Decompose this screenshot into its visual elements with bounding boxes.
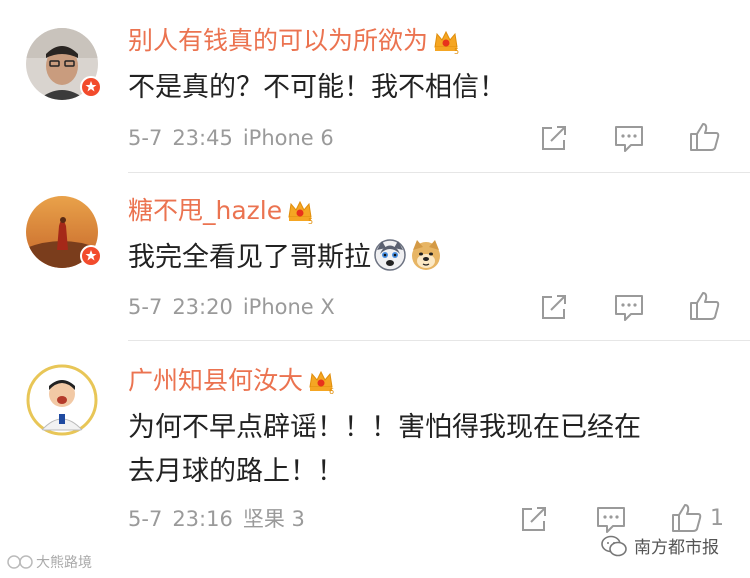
comment-item: 广州知县何汝大 6 为何不早点辟谣！！！害怕得我现在已经在 去月球的路上！！ 5… bbox=[0, 0, 750, 578]
comment-button[interactable] bbox=[594, 503, 630, 535]
comment-device: 坚果 3 bbox=[242, 507, 305, 531]
watermark-logo-icon bbox=[7, 555, 33, 569]
watermark-left-text: 大熊路境 bbox=[36, 555, 92, 571]
watermark-right-text: 南方都市报 bbox=[634, 538, 719, 558]
username[interactable]: 广州知县何汝大 6 bbox=[128, 364, 335, 404]
svg-text:6: 6 bbox=[329, 387, 334, 395]
vip-crown-icon: 6 bbox=[307, 367, 335, 404]
watermark-right: 南方都市报 bbox=[600, 533, 719, 558]
comment-date: 5-7 bbox=[128, 507, 163, 531]
comment-time: 23:16 bbox=[172, 507, 233, 531]
share-icon bbox=[522, 507, 546, 531]
avatar[interactable] bbox=[26, 364, 98, 436]
comment-text-line-1: 为何不早点辟谣！！！害怕得我现在已经在 bbox=[128, 412, 641, 443]
username-text: 广州知县何汝大 bbox=[128, 366, 304, 395]
cartoon-avatar-icon bbox=[26, 364, 98, 436]
like-count: 1 bbox=[710, 506, 724, 531]
watermark-left: 大熊路境 bbox=[6, 552, 92, 572]
comment-meta: 5-7 23:16 坚果 3 bbox=[128, 505, 305, 533]
wechat-icon bbox=[601, 535, 627, 556]
share-button[interactable] bbox=[518, 503, 554, 535]
comment-text-line-2: 去月球的路上！！ bbox=[128, 456, 344, 487]
thumbs-up-icon bbox=[672, 504, 702, 532]
comment-icon bbox=[597, 507, 625, 533]
like-button[interactable] bbox=[670, 501, 706, 533]
